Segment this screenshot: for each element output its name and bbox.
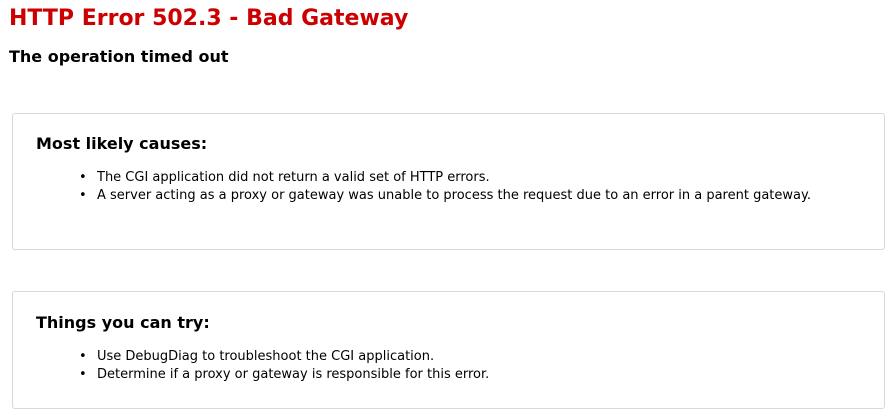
likely-causes-heading: Most likely causes: — [36, 134, 208, 153]
list-item: • Use DebugDiag to troubleshoot the CGI … — [73, 348, 866, 366]
cause-text: A server acting as a proxy or gateway wa… — [97, 188, 811, 203]
list-item: • Determine if a proxy or gateway is res… — [73, 366, 866, 384]
bullet-icon: • — [79, 170, 87, 185]
bullet-icon: • — [79, 188, 87, 203]
error-subtitle: The operation timed out — [9, 47, 229, 66]
error-title: HTTP Error 502.3 - Bad Gateway — [9, 6, 409, 31]
error-page: HTTP Error 502.3 - Bad Gateway The opera… — [0, 0, 896, 419]
list-item: • The CGI application did not return a v… — [73, 169, 866, 187]
bullet-icon: • — [79, 349, 87, 364]
likely-causes-list: • The CGI application did not return a v… — [73, 169, 866, 205]
suggestion-text: Determine if a proxy or gateway is respo… — [97, 367, 490, 382]
things-to-try-heading: Things you can try: — [36, 313, 210, 332]
things-to-try-list: • Use DebugDiag to troubleshoot the CGI … — [73, 348, 866, 384]
list-item: • A server acting as a proxy or gateway … — [73, 187, 866, 205]
suggestion-text: Use DebugDiag to troubleshoot the CGI ap… — [97, 349, 435, 364]
things-to-try-panel: Things you can try: • Use DebugDiag to t… — [12, 291, 885, 409]
bullet-icon: • — [79, 367, 87, 382]
likely-causes-panel: Most likely causes: • The CGI applicatio… — [12, 113, 885, 250]
cause-text: The CGI application did not return a val… — [97, 170, 490, 185]
